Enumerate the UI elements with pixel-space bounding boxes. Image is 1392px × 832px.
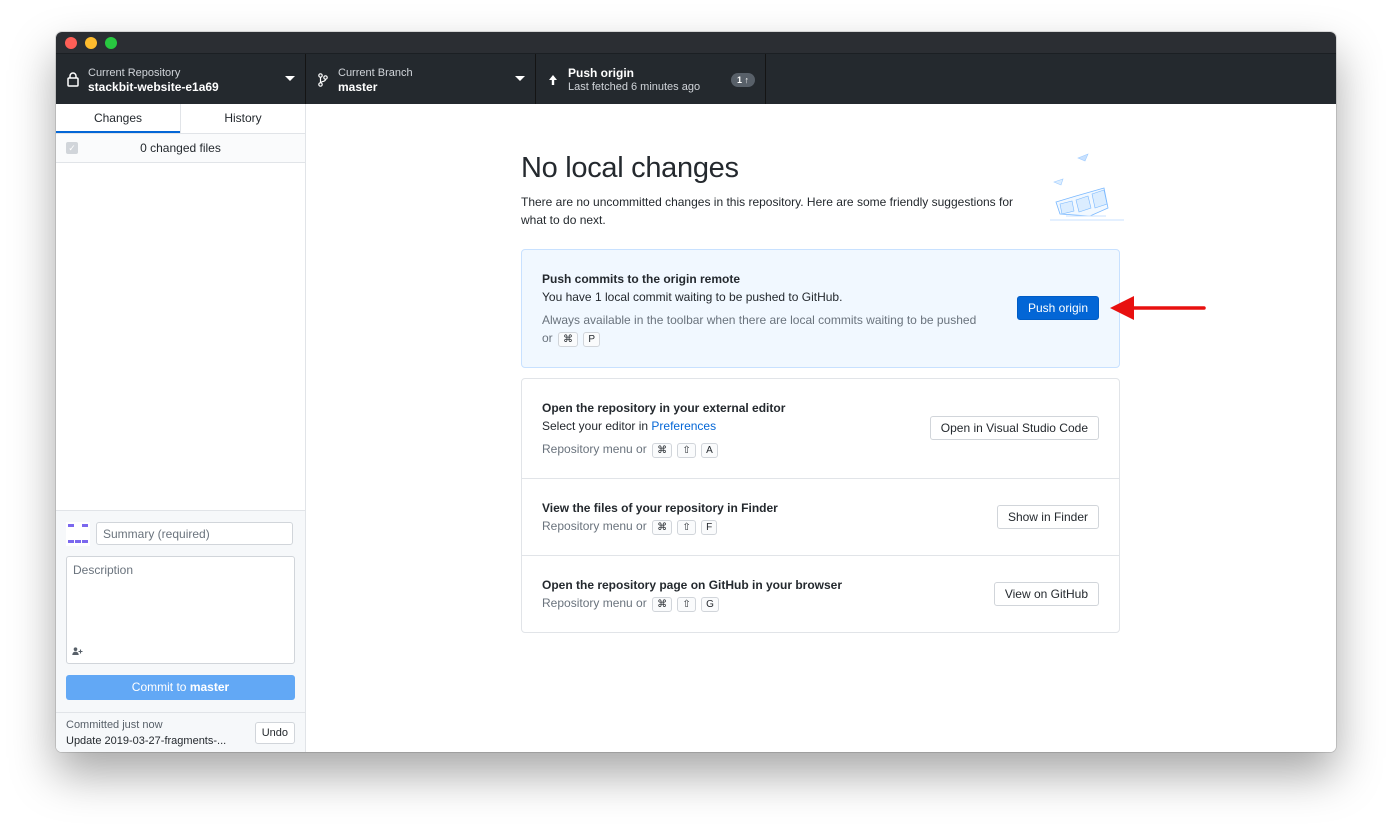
push-subtitle: Last fetched 6 minutes ago [568, 80, 701, 93]
github-card-title: Open the repository page on GitHub in yo… [542, 578, 843, 592]
changed-files-header: ✓ 0 changed files [56, 134, 305, 163]
lock-icon [66, 72, 80, 87]
shortcut-key: ⇧ [677, 443, 696, 458]
editor-suggestion: Open the repository in your external edi… [522, 379, 1119, 479]
shortcut-key: P [583, 332, 601, 347]
page-subtitle: There are no uncommitted changes in this… [521, 195, 1014, 227]
toolbar: Current Repository stackbit-website-e1a6… [56, 53, 1336, 105]
sidebar-tabs: Changes History [56, 104, 305, 134]
shortcut-key: ⌘ [558, 332, 579, 347]
push-suggestion-card: Push commits to the origin remote You ha… [521, 249, 1120, 368]
finder-suggestion: View the files of your repository in Fin… [522, 479, 1119, 556]
commit-panel: Summary (required) Description Commit to… [56, 510, 305, 752]
github-suggestion: Open the repository page on GitHub in yo… [522, 556, 1119, 632]
finder-hint-text: Repository menu or [542, 519, 647, 533]
editor-card-title: Open the repository in your external edi… [542, 401, 786, 415]
editor-desc-prefix: Select your editor in [542, 419, 649, 433]
push-card-hint: Always available in the toolbar when the… [542, 311, 982, 347]
arrow-up-icon [546, 74, 560, 86]
coauthor-icon[interactable] [72, 647, 84, 657]
undo-button[interactable]: Undo [254, 722, 295, 744]
page-title: No local changes [521, 152, 739, 184]
illustration [1050, 153, 1124, 221]
annotation-arrow [1110, 296, 1206, 320]
sidebar: Changes History ✓ 0 changed files Summar… [56, 104, 306, 752]
push-hint-text: Always available in the toolbar when the… [542, 313, 977, 345]
show-in-finder-button[interactable]: Show in Finder [996, 505, 1099, 529]
last-commit-message: Update 2019-03-27-fragments-... [66, 735, 227, 747]
zoom-window-button[interactable] [105, 37, 117, 49]
commit-button[interactable]: Commit to master [66, 675, 295, 700]
push-desc-suffix: local commit waiting to be pushed to Git… [604, 290, 843, 304]
preferences-link[interactable]: Preferences [651, 419, 716, 433]
push-title: Push origin [568, 65, 634, 80]
ahead-count-badge: 1 ↑ [730, 73, 755, 87]
view-on-github-button[interactable]: View on GitHub [993, 582, 1099, 606]
push-card-description: You have 1 local commit waiting to be pu… [542, 290, 842, 304]
commit-button-label: Commit to [131, 680, 187, 694]
shortcut-key: A [701, 443, 718, 458]
description-placeholder: Description [73, 563, 134, 577]
shortcut-key: G [701, 597, 719, 612]
shortcut-key: ⇧ [677, 597, 696, 612]
editor-card-hint: Repository menu or ⌘ ⇧ A [542, 440, 718, 458]
github-card-hint: Repository menu or ⌘ ⇧ G [542, 594, 719, 612]
shortcut-key: F [701, 520, 718, 535]
branch-selector[interactable]: Current Branch master [306, 54, 536, 105]
push-origin-toolbar-button[interactable]: Push origin Last fetched 6 minutes ago 1… [536, 54, 766, 105]
close-window-button[interactable] [65, 37, 77, 49]
repository-selector[interactable]: Current Repository stackbit-website-e1a6… [56, 54, 306, 105]
push-card-title: Push commits to the origin remote [542, 272, 741, 286]
finder-card-title: View the files of your repository in Fin… [542, 501, 778, 515]
shortcut-key: ⌘ [652, 520, 673, 535]
repo-name: stackbit-website-e1a69 [88, 79, 219, 94]
commit-button-branch: master [189, 680, 230, 694]
app-window: Current Repository stackbit-website-e1a6… [56, 32, 1336, 752]
branch-name: master [338, 79, 378, 94]
caret-down-icon [515, 76, 525, 81]
caret-down-icon [285, 76, 295, 81]
branch-label: Current Branch [338, 66, 413, 79]
open-in-editor-button[interactable]: Open in Visual Studio Code [929, 416, 1099, 440]
repo-label: Current Repository [88, 66, 181, 79]
shortcut-key: ⇧ [677, 520, 696, 535]
main-content: No local changes There are no uncommitte… [306, 104, 1336, 752]
changed-files-count: 0 changed files [140, 141, 221, 155]
editor-card-description: Select your editor in Preferences [542, 419, 716, 433]
finder-card-hint: Repository menu or ⌘ ⇧ F [542, 517, 718, 535]
last-commit-bar: Committed just now Update 2019-03-27-fra… [56, 712, 305, 752]
avatar-icon [66, 522, 90, 546]
shortcut-key: ⌘ [652, 597, 673, 612]
checkbox-icon[interactable]: ✓ [66, 142, 78, 154]
local-commit-count: 1 [594, 290, 602, 304]
minimize-window-button[interactable] [85, 37, 97, 49]
description-input[interactable]: Description [66, 556, 295, 664]
summary-input[interactable]: Summary (required) [96, 522, 293, 545]
last-commit-label: Committed just now [66, 719, 163, 731]
tab-changes[interactable]: Changes [56, 104, 180, 133]
github-hint-text: Repository menu or [542, 596, 647, 610]
editor-hint-text: Repository menu or [542, 442, 647, 456]
title-bar [56, 32, 1336, 53]
shortcut-key: ⌘ [652, 443, 673, 458]
push-origin-button[interactable]: Push origin [1016, 296, 1099, 320]
tab-history[interactable]: History [180, 104, 305, 133]
branch-icon [316, 72, 330, 87]
suggestions-card: Open the repository in your external edi… [521, 378, 1120, 633]
push-desc-prefix: You have [542, 290, 592, 304]
